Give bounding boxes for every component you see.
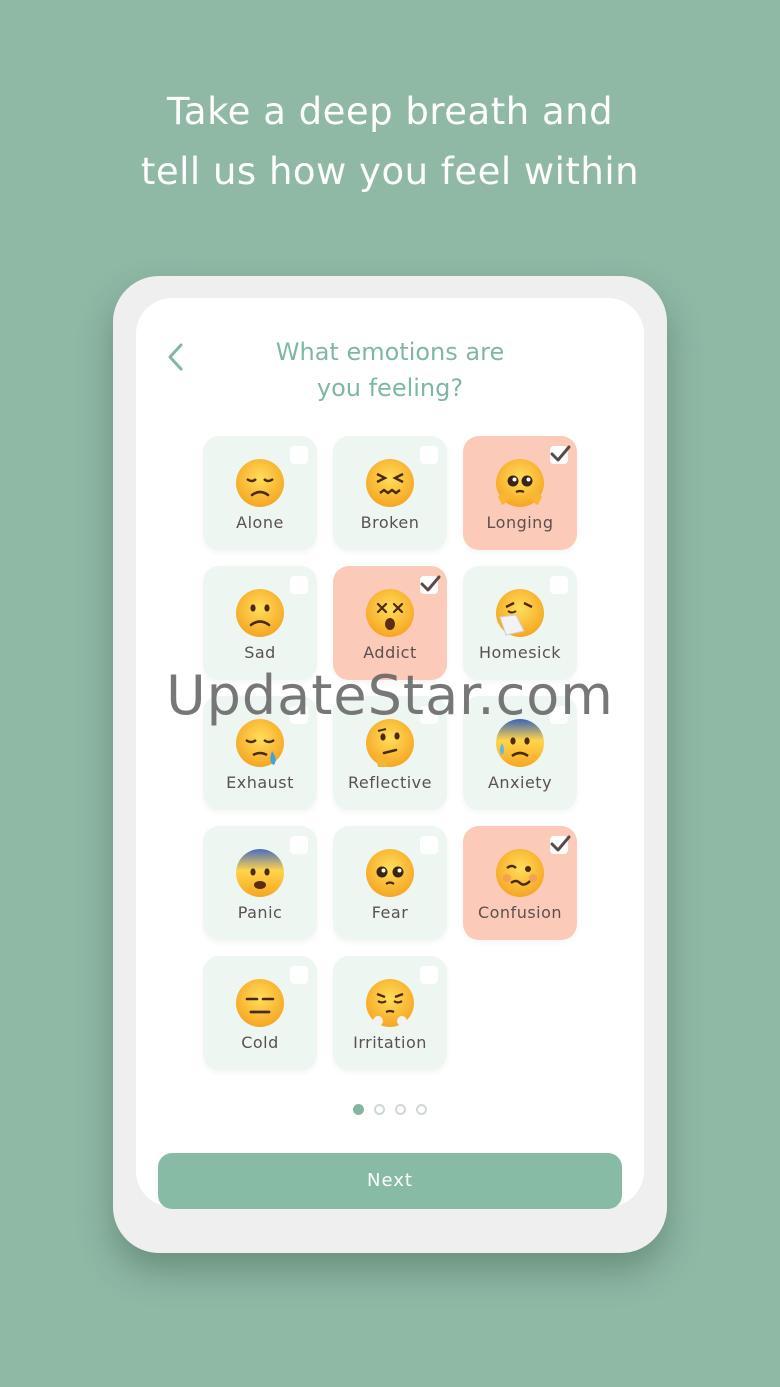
emotion-card-reflective[interactable]: Reflective [333,696,447,810]
thinking-face-icon [364,717,416,769]
phone-frame: What emotions are you feeling? Alone Brok… [113,276,667,1253]
checkmark-icon [550,835,571,852]
emotion-label: Exhaust [226,773,294,792]
expressionless-face-icon [234,977,286,1029]
pagination-dot-4[interactable] [416,1104,427,1115]
checkbox[interactable] [290,836,308,854]
emotion-label: Homesick [478,643,562,662]
sneezing-face-icon [494,587,546,639]
face-with-steam-icon [364,977,416,1029]
checkbox[interactable] [550,576,568,594]
checkbox[interactable] [550,706,568,724]
emotion-label: Irritation [353,1033,427,1052]
emotion-label: Confusion [477,903,563,922]
pleading-face-icon [364,847,416,899]
emotion-label: Cold [241,1033,279,1052]
pagination-dots [136,1104,644,1115]
page-title: What emotions are you feeling? [196,334,584,406]
disappointed-face-icon [234,457,286,509]
checkbox[interactable] [290,446,308,464]
emotion-label: Broken [360,513,420,532]
emotion-label: Anxiety [487,773,553,792]
emotion-card-confusion[interactable]: Confusion [463,826,577,940]
pagination-dot-3[interactable] [395,1104,406,1115]
emotion-card-exhaust[interactable]: Exhaust [203,696,317,810]
emotion-card-sad[interactable]: Sad [203,566,317,680]
headline-line-1: Take a deep breath and [166,90,614,133]
headline: Take a deep breath and tell us how you f… [0,82,780,202]
checkbox[interactable] [290,966,308,984]
emotion-card-longing[interactable]: Longing [463,436,577,550]
checkbox-checked[interactable] [550,835,571,854]
emotion-card-irritation[interactable]: Irritation [333,956,447,1070]
emotion-card-cold[interactable]: Cold [203,956,317,1070]
checkbox[interactable] [290,706,308,724]
checkbox-checked[interactable] [420,575,441,594]
emotion-label: Longing [486,513,554,532]
emotion-card-fear[interactable]: Fear [333,826,447,940]
checkmark-icon [420,575,441,592]
woozy-face-icon [494,847,546,899]
question-line-1: What emotions are [275,338,505,366]
emotion-label: Alone [236,513,284,532]
checkmark-icon [550,445,571,462]
emotion-label: Panic [237,903,283,922]
question-line-2: you feeling? [316,374,464,402]
pagination-dot-1[interactable] [353,1104,364,1115]
emotion-label: Fear [371,903,409,922]
checkbox[interactable] [290,576,308,594]
checkbox[interactable] [420,706,438,724]
emotion-card-panic[interactable]: Panic [203,826,317,940]
headline-line-2: tell us how you feel within [140,150,640,193]
checkbox[interactable] [420,966,438,984]
chevron-left-icon [168,343,183,371]
checkbox-checked[interactable] [550,445,571,464]
emotion-card-anxiety[interactable]: Anxiety [463,696,577,810]
pagination-dot-2[interactable] [374,1104,385,1115]
emotion-card-addict[interactable]: Addict [333,566,447,680]
checkbox[interactable] [420,836,438,854]
emotion-label: Sad [244,643,276,662]
emotion-label: Reflective [348,773,432,792]
next-button[interactable]: Next [158,1153,622,1209]
dizzy-face-icon [364,587,416,639]
emotion-card-broken[interactable]: Broken [333,436,447,550]
anxious-face-with-sweat-icon [494,717,546,769]
sleepy-face-icon [234,717,286,769]
face-holding-back-tears-icon [494,457,546,509]
checkbox[interactable] [420,446,438,464]
fearful-face-icon [234,847,286,899]
emotion-card-homesick[interactable]: Homesick [463,566,577,680]
emotion-label: Addict [363,643,417,662]
phone-screen: What emotions are you feeling? Alone Brok… [136,298,644,1209]
confounded-face-icon [364,457,416,509]
slightly-frowning-face-icon [234,587,286,639]
back-button[interactable] [160,340,194,374]
emotion-card-alone[interactable]: Alone [203,436,317,550]
